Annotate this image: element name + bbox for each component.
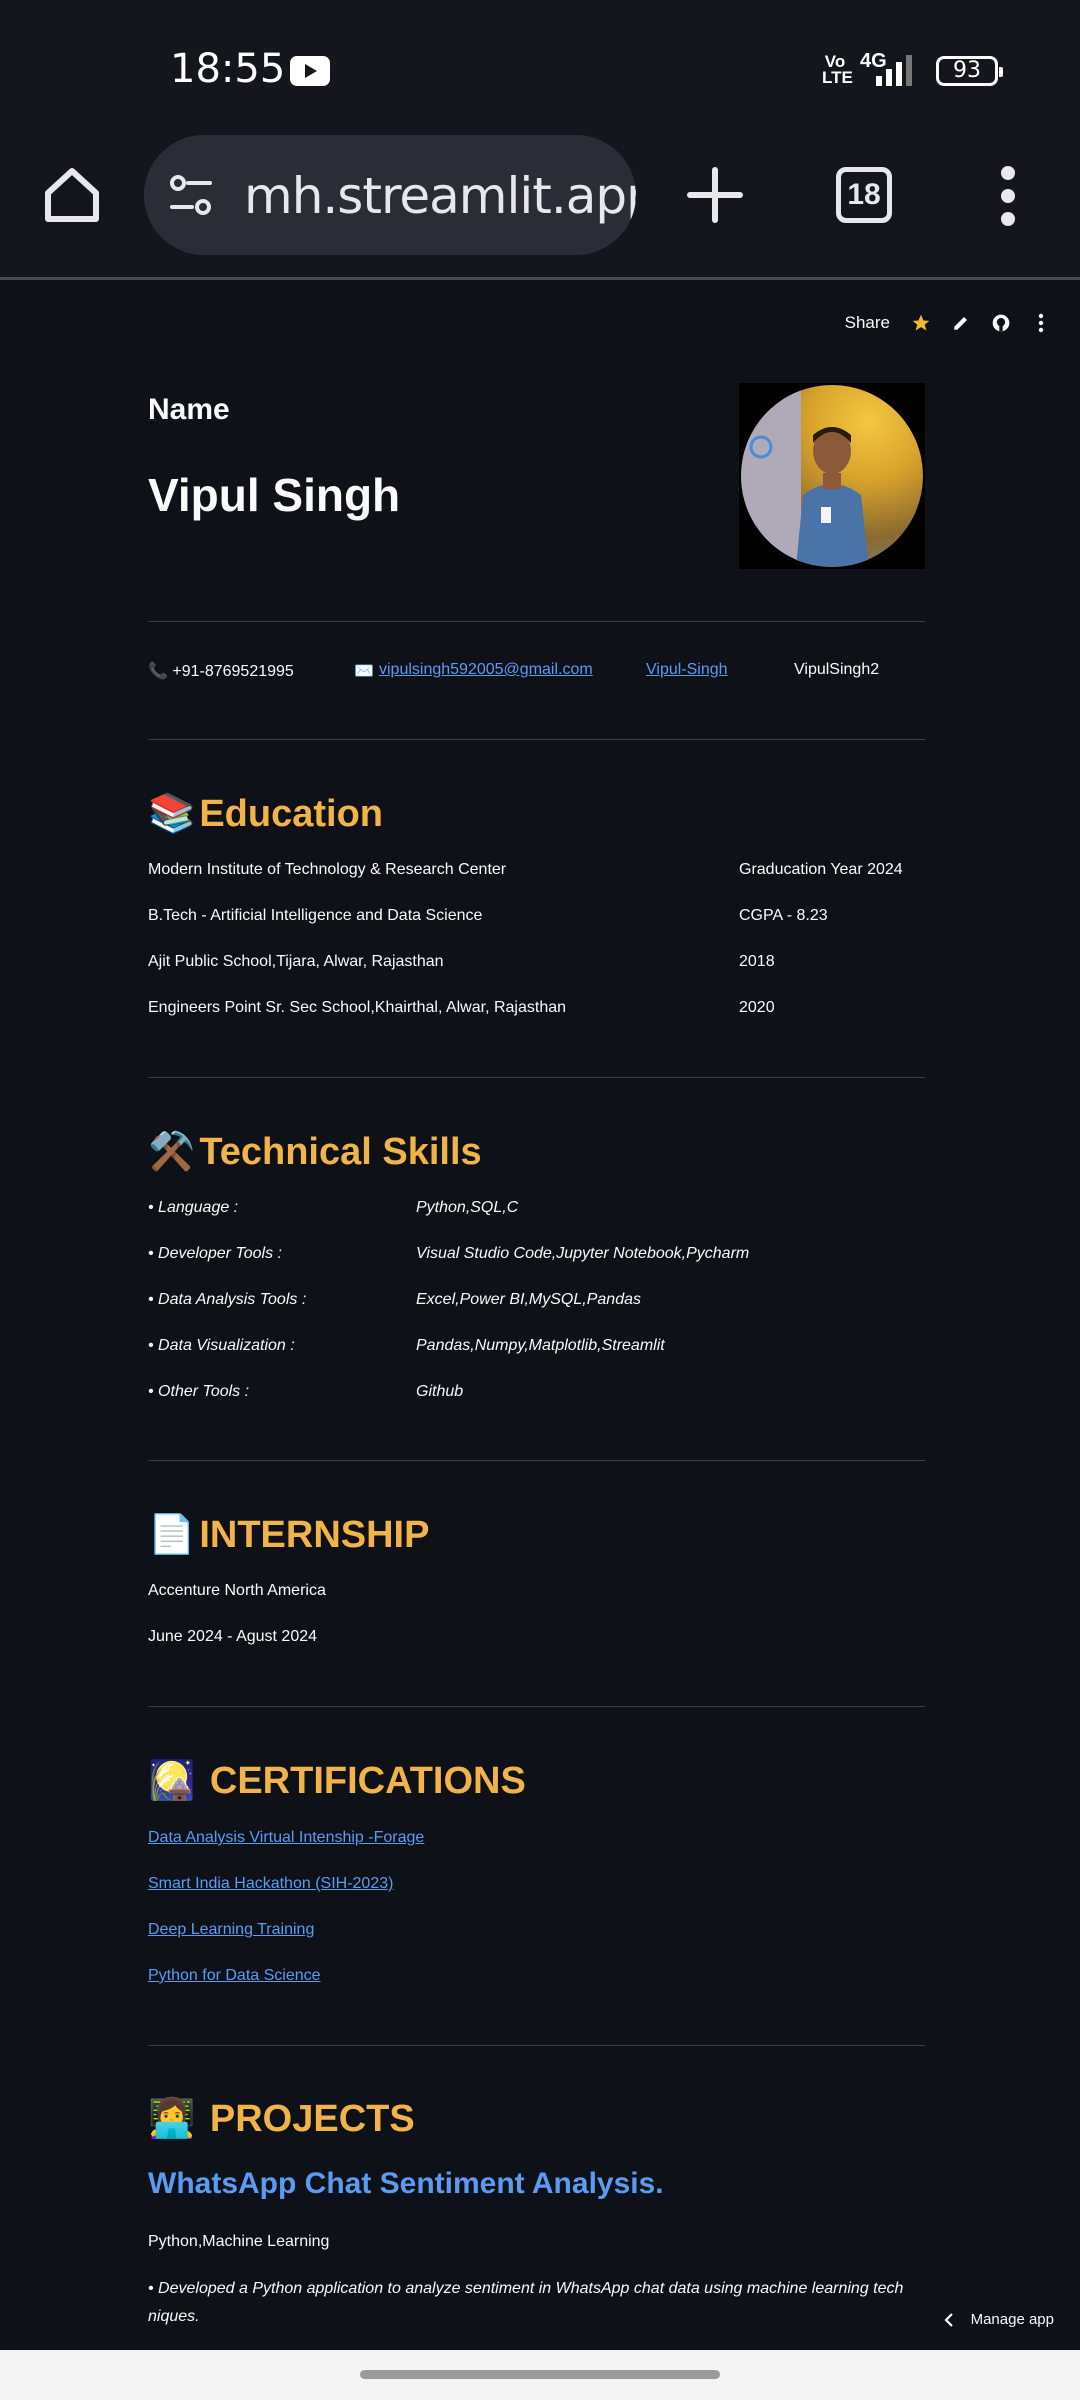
star-icon[interactable] — [910, 312, 932, 334]
contact-row: 📞 +91-8769521995 ✉️ vipulsingh592005@gma… — [148, 661, 925, 691]
divider — [148, 1077, 925, 1078]
github-icon[interactable] — [990, 312, 1012, 334]
education-row-right: CGPA - 8.23 — [739, 907, 828, 924]
profile-photo-frame — [739, 383, 925, 569]
email-link[interactable]: vipulsingh592005@gmail.com — [379, 661, 593, 679]
certification-link[interactable]: Python for Data Science — [148, 1967, 321, 1985]
more-options-icon[interactable] — [1030, 312, 1052, 334]
github-username: VipulSingh2 — [794, 661, 880, 678]
name-label: Name — [148, 393, 230, 426]
tab-switcher-button[interactable]: 18 — [836, 167, 892, 223]
divider — [148, 621, 925, 622]
chevron-left-icon — [944, 2312, 953, 2327]
skill-value: Pandas,Numpy,Matplotlib,Streamlit — [416, 1337, 665, 1354]
status-bar: 18:55 Vo LTE 4G 93 — [0, 0, 1080, 135]
home-gesture-handle[interactable] — [360, 2370, 720, 2379]
profile-photo — [741, 385, 923, 567]
internship-period: June 2024 - Agust 2024 — [148, 1628, 318, 1645]
url-text: mh.streamlit.app — [244, 167, 636, 225]
skill-label: • Data Analysis Tools : — [148, 1291, 307, 1308]
divider — [148, 1706, 925, 1707]
certification-link[interactable]: Data Analysis Virtual Intenship -Forage — [148, 1829, 424, 1847]
internship-heading: 📄 INTERNSHIP — [148, 1512, 430, 1556]
technologist-icon: 👩‍💻 — [148, 2096, 196, 2140]
new-tab-icon[interactable] — [680, 160, 750, 230]
project-tech-stack: Python,Machine Learning — [148, 2233, 330, 2250]
certificate-picture-icon: 🎑 — [148, 1758, 196, 1802]
education-row-left: Engineers Point Sr. Sec School,Khairthal… — [148, 999, 567, 1016]
skill-label: • Data Visualization : — [148, 1337, 295, 1354]
browser-menu-icon[interactable] — [994, 165, 1022, 227]
status-time: 18:55 — [170, 46, 286, 92]
edit-pencil-icon[interactable] — [950, 312, 972, 334]
education-row-right: 2020 — [739, 999, 775, 1016]
manage-app-label: Manage app — [970, 2311, 1054, 2328]
home-icon[interactable] — [40, 163, 104, 227]
battery-icon: 93 — [936, 56, 1003, 86]
share-button[interactable]: Share — [845, 313, 890, 333]
volte-indicator: Vo LTE — [822, 52, 853, 87]
address-bar[interactable]: mh.streamlit.app — [144, 135, 636, 255]
books-icon: 📚 — [148, 791, 196, 835]
skill-value: Visual Studio Code,Jupyter Notebook,Pych… — [416, 1245, 750, 1262]
education-row-left: Ajit Public School,Tijara, Alwar, Rajast… — [148, 953, 444, 970]
certification-link[interactable]: Smart India Hackathon (SIH-2023) — [148, 1875, 393, 1893]
certification-link[interactable]: Deep Learning Training — [148, 1921, 314, 1939]
browser-toolbar: mh.streamlit.app 18 — [0, 135, 1080, 280]
gesture-navigation-bar — [0, 2350, 1080, 2400]
streamlit-app: Share Name Vipul Singh 📞 +91-8769521995 … — [0, 283, 1080, 2350]
education-heading: 📚 Education — [148, 791, 384, 835]
technical-skills-heading: ⚒️ Technical Skills — [148, 1129, 482, 1173]
divider — [148, 1460, 925, 1461]
projects-heading: 👩‍💻 PROJECTS — [148, 2096, 415, 2140]
signal-strength-icon — [876, 55, 912, 86]
project-title: WhatsApp Chat Sentiment Analysis. — [148, 2167, 664, 2200]
app-toolbar: Share — [845, 303, 1080, 343]
internship-company: Accenture North America — [148, 1582, 326, 1599]
skill-label: • Language : — [148, 1199, 239, 1216]
education-row-right: Graducation Year 2024 — [739, 861, 903, 878]
education-row-right: 2018 — [739, 953, 775, 970]
document-icon: 📄 — [148, 1512, 196, 1556]
education-row-left: B.Tech - Artificial Intelligence and Dat… — [148, 907, 483, 924]
name-heading: Vipul Singh — [148, 469, 401, 521]
youtube-notification-icon — [290, 56, 330, 86]
manage-app-button[interactable]: Manage app — [943, 2311, 1054, 2328]
skill-value: Excel,Power BI,MySQL,Pandas — [416, 1291, 641, 1308]
divider — [148, 739, 925, 740]
skill-value: Github — [416, 1383, 464, 1400]
site-settings-icon[interactable] — [166, 173, 216, 219]
linkedin-link[interactable]: Vipul-Singh — [646, 661, 728, 679]
phone-number: 📞 +91-8769521995 — [148, 663, 294, 680]
skill-label: • Developer Tools : — [148, 1245, 282, 1262]
project-description: • Developed a Python application to anal… — [148, 2280, 904, 2325]
skill-label: • Other Tools : — [148, 1383, 250, 1400]
divider — [148, 2045, 925, 2046]
education-row-left: Modern Institute of Technology & Researc… — [148, 861, 507, 878]
skill-value: Python,SQL,C — [416, 1199, 519, 1216]
certifications-heading: 🎑 CERTIFICATIONS — [148, 1758, 526, 1802]
hammer-pick-icon: ⚒️ — [148, 1129, 196, 1173]
email-icon: ✉️ — [354, 663, 374, 680]
